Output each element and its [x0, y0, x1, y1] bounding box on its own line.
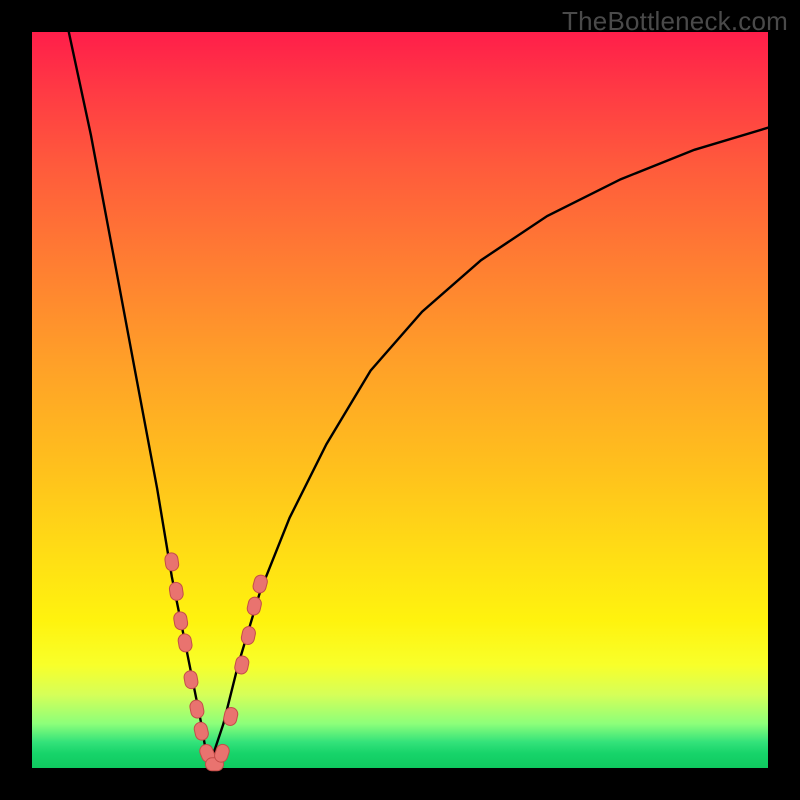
sample-marker — [246, 596, 263, 616]
sample-marker — [183, 670, 199, 690]
plot-area — [32, 32, 768, 768]
chart-frame: TheBottleneck.com — [0, 0, 800, 800]
bottleneck-curve-left — [69, 32, 209, 768]
curve-layer — [69, 32, 768, 768]
sample-marker — [189, 699, 205, 719]
sample-marker — [164, 552, 180, 572]
sample-marker — [222, 706, 239, 726]
bottleneck-curve-right — [209, 128, 768, 768]
sample-marker — [193, 721, 210, 741]
chart-svg — [32, 32, 768, 768]
marker-layer — [164, 552, 269, 771]
sample-marker — [173, 611, 189, 631]
sample-marker — [240, 625, 256, 645]
sample-marker — [177, 633, 193, 653]
sample-marker — [169, 582, 185, 602]
